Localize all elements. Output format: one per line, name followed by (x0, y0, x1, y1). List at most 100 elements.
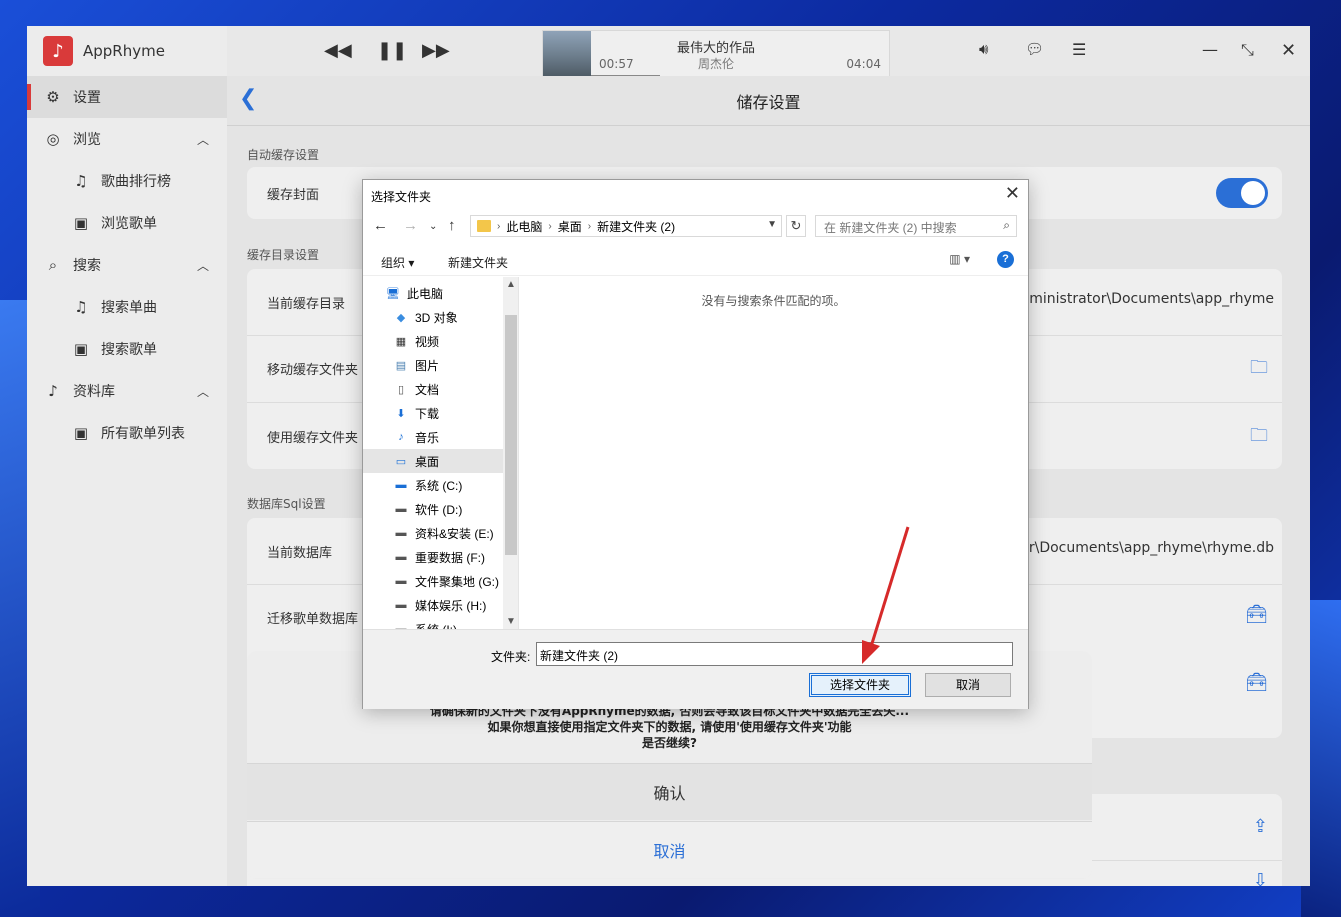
up-icon[interactable]: ↑ (448, 217, 456, 234)
tree-item-label: 系统 (C:) (415, 478, 463, 493)
sheet-message: 请确保新的文件夹下没有AppRhyme的数据, 否则会导致该目标文件夹中数据完全… (247, 703, 1092, 751)
tree-item-this-pc[interactable]: 🖥︎ 此电脑 (363, 281, 503, 305)
sidebar-item-label: 歌曲排行榜 (101, 174, 171, 190)
view-options-icon[interactable]: ▥ ▾ (949, 252, 970, 266)
section-db: 数据库Sql设置 (247, 497, 326, 511)
sidebar-item-browse-playlists[interactable]: ▣ 浏览歌单 (27, 202, 227, 244)
previous-icon[interactable]: ◀◀ (324, 40, 352, 61)
empty-message: 没有与搜索条件匹配的项。 (701, 294, 846, 308)
tree-item-videos[interactable]: ▦ 视频 (363, 329, 503, 353)
chevron-down-icon[interactable]: ▼ (767, 219, 777, 230)
folder-icon[interactable]: 🗀 (1250, 355, 1268, 385)
tree-item-drive-i[interactable]: ▬ 系统 (I:) (363, 617, 503, 630)
toolbox-icon[interactable]: 🧰︎ (1245, 672, 1268, 693)
address-bar[interactable]: › 此电脑 › 桌面 › 新建文件夹 (2) ▼ (470, 215, 782, 237)
tree-item-drive-e[interactable]: ▬ 资料&安装 (E:) (363, 521, 503, 545)
dialog-cancel-button[interactable]: 取消 (925, 673, 1011, 697)
minimize-icon[interactable]: — (1202, 40, 1218, 59)
tree-item-pictures[interactable]: ▤ 图片 (363, 353, 503, 377)
organize-button[interactable]: 组织 ▾ (381, 254, 414, 271)
lyrics-icon[interactable]: 💬︎ (1025, 40, 1044, 58)
cancel-button[interactable]: 取消 (247, 821, 1092, 878)
breadcrumb-item[interactable]: 桌面 (558, 218, 582, 235)
page-header: ❮ 储存设置 (227, 76, 1310, 126)
refresh-icon[interactable]: ↻ (786, 215, 806, 237)
cache-cover-toggle[interactable] (1216, 178, 1268, 208)
recent-dropdown-icon[interactable]: ⌄ (429, 221, 437, 232)
tree-item-documents[interactable]: ▯ 文档 (363, 377, 503, 401)
pause-icon[interactable]: ❚❚ (377, 40, 407, 61)
sidebar-item-label: 浏览歌单 (101, 216, 157, 232)
breadcrumb-item[interactable]: 此电脑 (506, 218, 542, 235)
close-icon[interactable]: ✕ (1005, 183, 1020, 204)
tree-item-desktop[interactable]: ▭ 桌面 (363, 449, 503, 473)
new-folder-button[interactable]: 新建文件夹 (448, 254, 508, 271)
tree-item-music[interactable]: ♪ 音乐 (363, 425, 503, 449)
sidebar-item-settings[interactable]: ⚙ 设置 (27, 76, 227, 118)
folder-name-input[interactable]: 新建文件夹 (2) (536, 642, 1013, 666)
breadcrumb-item[interactable]: 新建文件夹 (2) (597, 218, 675, 235)
sidebar-item-search-songs[interactable]: ♫ 搜索单曲 (27, 286, 227, 328)
sidebar-item-search-playlists[interactable]: ▣ 搜索歌单 (27, 328, 227, 370)
sidebar-item-browse[interactable]: ◎ 浏览 ︿ (27, 118, 227, 160)
drive-icon: ▬ (395, 599, 407, 611)
close-icon[interactable]: ✕ (1281, 40, 1296, 61)
sidebar-item-all-playlists[interactable]: ▣ 所有歌单列表 (27, 412, 227, 454)
back-arrow-icon[interactable]: ❮ (239, 86, 257, 111)
tree-item-label: 文件聚集地 (G:) (415, 574, 499, 589)
help-icon[interactable]: ? (997, 251, 1014, 268)
sheet-message-line3: 是否继续? (642, 736, 697, 750)
chevron-up-icon[interactable]: ︿ (197, 383, 209, 400)
picture-icon: ▤ (395, 359, 407, 372)
tree-item-drive-c[interactable]: ▬ 系统 (C:) (363, 473, 503, 497)
dialog-title: 选择文件夹 (371, 190, 432, 204)
page-title: 储存设置 (736, 92, 801, 112)
tree-item-drive-h[interactable]: ▬ 媒体娱乐 (H:) (363, 593, 503, 617)
select-folder-button[interactable]: 选择文件夹 (809, 673, 911, 697)
computer-icon: 🖥︎ (386, 287, 400, 300)
tree-item-drive-f[interactable]: ▬ 重要数据 (F:) (363, 545, 503, 569)
tree-item-label: 3D 对象 (415, 310, 458, 325)
tree-item-3d-objects[interactable]: ◆ 3D 对象 (363, 305, 503, 329)
tree-item-label: 文档 (415, 382, 440, 397)
export-icon[interactable]: ⇪ (1253, 816, 1268, 837)
confirm-button[interactable]: 确认 (247, 763, 1092, 820)
music-note-icon: ♪ (398, 431, 404, 443)
now-playing[interactable]: 最伟大的作品 周杰伦 00:57 04:04 (542, 30, 890, 79)
sidebar-item-library[interactable]: ♪ 资料库 ︿ (27, 370, 227, 412)
import-icon[interactable]: ⇩ (1253, 870, 1268, 886)
forward-icon[interactable]: → (403, 217, 418, 234)
tree-item-drive-d[interactable]: ▬ 软件 (D:) (363, 497, 503, 521)
tree-scrollbar[interactable]: ▲ ▼ (503, 277, 518, 629)
sidebar-item-label: 搜索 (73, 258, 101, 274)
sidebar-item-search[interactable]: ⌕ 搜索 ︿ (27, 244, 227, 286)
chevron-right-icon: › (497, 220, 501, 232)
volume-icon[interactable]: 🔊︎ (979, 40, 988, 58)
tree-item-label: 重要数据 (F:) (415, 550, 485, 565)
next-icon[interactable]: ▶▶ (422, 40, 450, 61)
sidebar-item-label: 所有歌单列表 (101, 426, 185, 442)
search-input[interactable]: 在 新建文件夹 (2) 中搜索 ⌕ (815, 215, 1017, 237)
chevron-up-icon[interactable]: ︿ (197, 131, 209, 148)
playlist-icon: ▣ (73, 214, 89, 232)
chevron-up-icon[interactable]: ︿ (197, 257, 209, 274)
queue-list-icon[interactable]: ☰ (1072, 40, 1086, 59)
drive-icon: ▬ (395, 527, 407, 539)
music-note-icon: ♪ (48, 382, 58, 400)
tree-item-downloads[interactable]: ⬇ 下载 (363, 401, 503, 425)
maximize-icon[interactable]: ⤡ (1241, 40, 1254, 60)
folder-icon[interactable]: 🗀 (1250, 423, 1268, 453)
compass-icon: ◎ (46, 130, 60, 148)
player-bar: ◀◀ ❚❚ ▶▶ 最伟大的作品 周杰伦 00:57 04:04 🔊︎ 💬︎ ☰ … (227, 26, 1310, 79)
sidebar-item-song-charts[interactable]: ♫ 歌曲排行榜 (27, 160, 227, 202)
drive-icon: ▬ (395, 575, 407, 587)
tree-item-label: 下载 (415, 406, 440, 421)
chevron-down-icon[interactable]: ▼ (506, 616, 516, 627)
scroll-thumb[interactable] (505, 315, 517, 555)
chevron-up-icon[interactable]: ▲ (506, 279, 516, 290)
select-folder-dialog: 选择文件夹 ✕ ← → ⌄ ↑ › 此电脑 › 桌面 › 新建文件夹 (2) ▼… (362, 179, 1029, 709)
tree-item-drive-g[interactable]: ▬ 文件聚集地 (G:) (363, 569, 503, 593)
toolbox-icon[interactable]: 🧰︎ (1245, 604, 1268, 625)
back-icon[interactable]: ← (373, 217, 388, 234)
video-icon: ▦ (395, 335, 407, 348)
